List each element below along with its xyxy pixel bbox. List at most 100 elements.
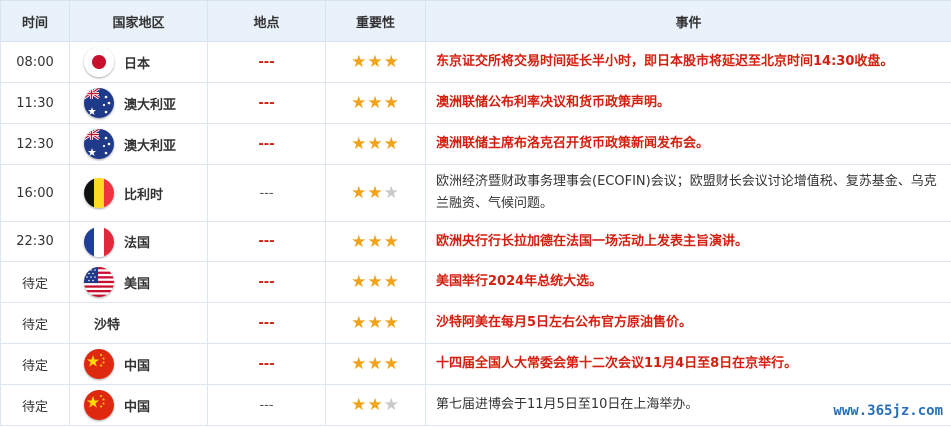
row-time: 16:00 xyxy=(0,164,70,222)
row-event: 欧洲央行行长拉加德在法国一场活动上发表主旨演讲。 xyxy=(425,221,951,262)
country-name: 法国 xyxy=(124,236,151,251)
importance-stars: ★★★ xyxy=(351,134,400,154)
header-country[interactable]: 国家地区 xyxy=(69,0,208,42)
table-row: 待定 中国 --- ★★★ 第七届进博会于11月5日至10日在上海举办。 xyxy=(0,384,951,426)
row-time: 11:30 xyxy=(0,82,70,124)
row-place: --- xyxy=(207,261,326,303)
row-time: 待定 xyxy=(0,261,70,303)
row-importance: ★★★ xyxy=(325,123,426,165)
star-filled-icon: ★ xyxy=(383,52,400,72)
table-row: 08:00 日本 --- ★★★ 东京证交所将交易时间延长半小时，即日本股市将延迟至北京… xyxy=(0,41,951,83)
watermark: www.365jz.com xyxy=(833,403,943,419)
country-name: 中国 xyxy=(124,399,151,415)
header-importance[interactable]: 重要性 xyxy=(325,0,426,42)
row-place: --- xyxy=(207,41,326,83)
usa-flag-icon xyxy=(84,267,114,297)
row-place: --- xyxy=(207,343,326,385)
row-place: --- xyxy=(207,164,326,222)
row-importance: ★★★ xyxy=(325,41,426,83)
star-filled-icon: ★ xyxy=(383,272,400,292)
row-place: --- xyxy=(207,384,326,426)
star-filled-icon: ★ xyxy=(383,313,400,333)
row-country: 沙特 xyxy=(69,302,208,344)
star-filled-icon: ★ xyxy=(383,231,400,252)
country-name: 澳大利亚 xyxy=(124,97,177,113)
importance-stars: ★★★ xyxy=(351,395,400,415)
header-place[interactable]: 地点 xyxy=(207,0,326,42)
star-empty-icon: ★ xyxy=(383,395,400,415)
star-filled-icon: ★ xyxy=(351,313,368,333)
country-cell: 美国 xyxy=(70,267,207,297)
star-filled-icon: ★ xyxy=(383,354,400,374)
country-cell: 澳大利亚 xyxy=(70,88,207,118)
japan-flag-icon xyxy=(84,47,114,77)
table-row: 待定 美国 --- ★★★ 美国举行2024年总统大选。 xyxy=(0,261,951,303)
table-row: 16:00 比利时 --- ★★★ 欧洲经济暨财政事务理事会(ECOFIN)会议；欧盟财… xyxy=(0,164,951,222)
star-filled-icon: ★ xyxy=(367,183,384,203)
country-name: 美国 xyxy=(124,276,151,292)
row-event: 欧洲经济暨财政事务理事会(ECOFIN)会议；欧盟财长会议讨论增值税、复苏基金、… xyxy=(425,164,951,222)
importance-stars: ★★★ xyxy=(351,354,400,374)
star-filled-icon: ★ xyxy=(351,93,368,113)
row-time: 12:30 xyxy=(0,123,70,165)
row-importance: ★★★ xyxy=(325,82,426,124)
row-place: --- xyxy=(207,221,326,262)
table-header-row: 时间 国家地区 地点 重要性 事件 xyxy=(0,0,951,42)
country-name: 澳大利亚 xyxy=(124,138,177,154)
row-event: 沙特阿美在每月5日左右公布官方原油售价。 xyxy=(425,302,951,344)
star-filled-icon: ★ xyxy=(367,313,384,333)
importance-stars: ★★★ xyxy=(351,232,400,252)
header-time[interactable]: 时间 xyxy=(0,0,70,42)
header-event[interactable]: 事件 xyxy=(425,0,951,42)
row-country: 中国 xyxy=(69,343,208,385)
star-filled-icon: ★ xyxy=(367,395,384,415)
row-time: 待定 xyxy=(0,343,70,385)
row-country: 比利时 xyxy=(69,164,208,222)
australia-flag-icon xyxy=(84,129,114,159)
country-name: 日本 xyxy=(124,56,151,72)
country-cell: 中国 xyxy=(70,349,207,379)
row-time: 待定 xyxy=(0,384,70,426)
row-event: 美国举行2024年总统大选。 xyxy=(425,261,951,303)
star-filled-icon: ★ xyxy=(367,354,384,374)
row-place: --- xyxy=(207,123,326,165)
star-filled-icon: ★ xyxy=(351,395,368,415)
row-country: 澳大利亚 xyxy=(69,82,208,124)
star-filled-icon: ★ xyxy=(351,231,368,252)
row-event: 东京证交所将交易时间延长半小时，即日本股市将延迟至北京时间14:30收盘。 xyxy=(425,41,951,83)
star-filled-icon: ★ xyxy=(383,134,400,154)
country-cell: 日本 xyxy=(70,47,207,77)
importance-stars: ★★★ xyxy=(351,93,400,113)
importance-stars: ★★★ xyxy=(351,313,400,333)
table-row: 22:30 法国 --- ★★★ 欧洲央行行长拉加德在法国一场活动上发表主旨演讲。 xyxy=(0,221,951,262)
row-country: 澳大利亚 xyxy=(69,123,208,165)
row-time: 08:00 xyxy=(0,41,70,83)
star-filled-icon: ★ xyxy=(367,272,384,292)
row-importance: ★★★ xyxy=(325,164,426,222)
calendar-page: 时间 国家地区 地点 重要性 事件 08:00 日本 --- ★★★ 东京证交所将交易时… xyxy=(0,0,951,427)
row-importance: ★★★ xyxy=(325,221,426,262)
row-time: 22:30 xyxy=(0,221,70,262)
row-event: 澳洲联储公布利率决议和货币政策声明。 xyxy=(425,82,951,124)
importance-stars: ★★★ xyxy=(351,52,400,72)
row-importance: ★★★ xyxy=(325,384,426,426)
country-name: 沙特 xyxy=(94,317,121,333)
row-importance: ★★★ xyxy=(325,261,426,303)
table-row: 待定 中国 --- ★★★ 十四届全国人大常委会第十二次会议11月4日至8日在京举行。 xyxy=(0,343,951,385)
france-flag-icon xyxy=(84,226,114,257)
star-filled-icon: ★ xyxy=(367,231,384,252)
china-flag-icon xyxy=(84,390,114,420)
country-cell: 中国 xyxy=(70,390,207,420)
row-country: 日本 xyxy=(69,41,208,83)
country-cell: 澳大利亚 xyxy=(70,129,207,159)
star-filled-icon: ★ xyxy=(351,52,368,72)
table-row: 待定 沙特 --- ★★★ 沙特阿美在每月5日左右公布官方原油售价。 xyxy=(0,302,951,344)
country-name: 中国 xyxy=(124,358,151,374)
importance-stars: ★★★ xyxy=(351,183,400,203)
star-filled-icon: ★ xyxy=(367,93,384,113)
row-place: --- xyxy=(207,82,326,124)
star-filled-icon: ★ xyxy=(351,134,368,154)
row-country: 美国 xyxy=(69,261,208,303)
star-filled-icon: ★ xyxy=(351,272,368,292)
row-country: 中国 xyxy=(69,384,208,426)
